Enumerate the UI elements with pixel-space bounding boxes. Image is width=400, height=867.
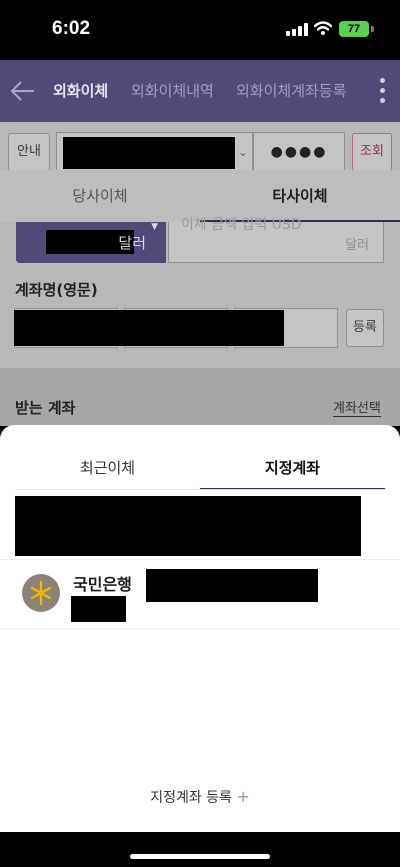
app-background: 외화이체 외화이체내역 외화이체계좌등록 안내 ⌄ ●●●● 조회 당사이체 타… (0, 60, 400, 426)
nav-tab-fx-history[interactable]: 외화이체내역 (131, 80, 214, 101)
battery-cap (371, 26, 374, 32)
select-account-link[interactable]: 계좌선택 (333, 397, 381, 417)
status-time: 6:02 (52, 18, 91, 39)
row-divider (0, 559, 400, 560)
register-designated-account-button[interactable]: 지정계좌 등록 + (0, 787, 400, 807)
redacted-account (63, 137, 235, 169)
redacted-account-holder (71, 596, 126, 622)
account-bottom-sheet: 최근이체 지정계좌 국민은행 지정계좌 등록 + (0, 425, 400, 832)
nav-tab-fx-account-register[interactable]: 외화이체계좌등록 (236, 80, 346, 101)
amount-unit-label: 달러 (345, 238, 369, 253)
kb-bank-logo-icon (22, 574, 60, 612)
tab-designated-account[interactable]: 지정계좌 (200, 447, 385, 489)
currency-select[interactable]: ▼ 달러 (16, 222, 166, 263)
account-select[interactable]: ⌄ (56, 132, 253, 172)
tab-recent-transfer[interactable]: 최근이체 (15, 447, 200, 489)
more-menu-icon[interactable] (380, 78, 386, 106)
home-indicator[interactable] (130, 854, 270, 859)
top-nav: 외화이체 외화이체내역 외화이체계좌등록 (0, 60, 400, 122)
tab-same-company-transfer[interactable]: 당사이체 (0, 170, 200, 222)
currency-unit-label: 달러 (118, 234, 146, 252)
signal-icon (286, 23, 308, 36)
redacted-account-name (14, 310, 284, 346)
bank-name[interactable]: 국민은행 (73, 571, 132, 595)
plus-icon: + (236, 787, 250, 806)
amount-placeholder: 이체 금액 입력 USD (181, 217, 302, 233)
tab-divider (15, 489, 385, 490)
redacted-account-item[interactable] (15, 496, 361, 556)
wifi-icon (314, 21, 332, 35)
register-name-button[interactable]: 등록 (346, 309, 384, 347)
nav-tab-fx-transfer[interactable]: 외화이체 (53, 80, 108, 101)
account-name-label: 계좌명(영문) (15, 281, 98, 299)
caret-down-icon: ▼ (151, 222, 158, 232)
redacted-account-number (146, 569, 318, 602)
register-label: 지정계좌 등록 (150, 790, 232, 806)
chevron-down-icon: ⌄ (237, 145, 248, 159)
password-field[interactable]: ●●●● (253, 132, 345, 172)
row-divider (0, 628, 400, 629)
back-arrow-icon[interactable] (8, 76, 38, 106)
account-name-fields (14, 308, 338, 348)
receive-account-label: 받는 계좌 (15, 399, 76, 417)
query-button[interactable]: 조회 (352, 133, 392, 171)
status-bar: 6:02 77 (0, 0, 400, 60)
home-bar-area (0, 832, 400, 867)
info-button[interactable]: 안내 (8, 133, 50, 171)
battery-icon: 77 (339, 21, 369, 37)
amount-input[interactable]: 이체 금액 입력 USD 달러 (168, 217, 384, 263)
